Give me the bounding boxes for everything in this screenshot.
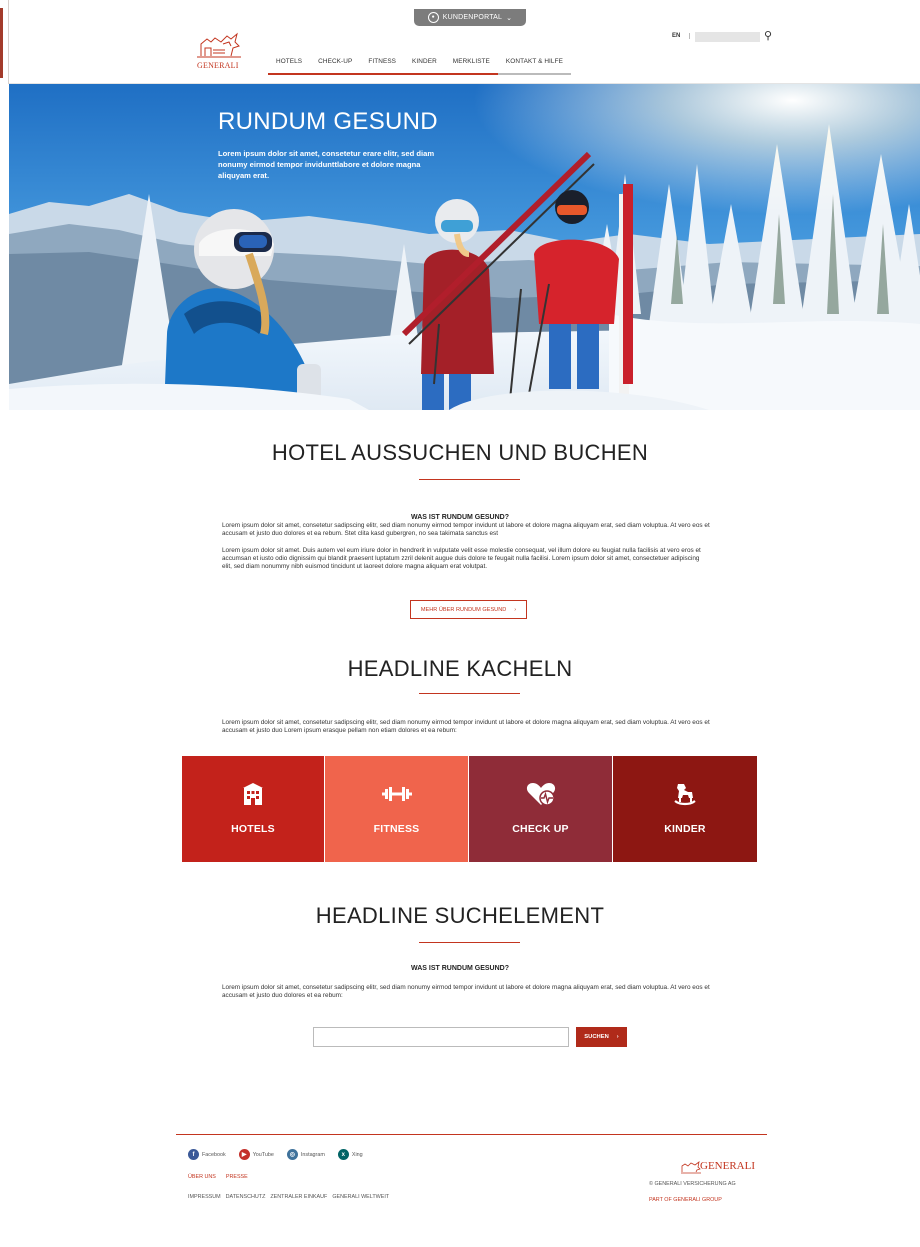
footer-link-datenschutz[interactable]: DATENSCHUTZ	[226, 1194, 266, 1200]
chevron-right-icon: ›	[514, 606, 517, 613]
xing-icon: x	[337, 1149, 349, 1160]
nav-item-kinder[interactable]: KINDER	[404, 58, 445, 75]
footer-link-impressum[interactable]: IMPRESSUM	[188, 1194, 221, 1200]
section-title-hotel: HOTEL AUSSUCHEN UND BUCHEN	[271, 440, 649, 465]
footer-group-link[interactable]: PART OF GENERALI GROUP	[649, 1197, 722, 1203]
facebook-icon: f	[188, 1149, 199, 1160]
tile-label: KINDER	[664, 823, 706, 835]
social-facebook[interactable]: f Facebook	[188, 1149, 226, 1160]
site-header: ● KUNDENPORTAL ⌄ GENERALI HOTELS CHECK-U…	[9, 0, 920, 84]
footer-link-einkauf[interactable]: ZENTRALER EINKAUF	[270, 1194, 327, 1200]
social-label: Facebook	[202, 1151, 226, 1158]
footer-copyright: © GENERALI VERSICHERUNG AG	[649, 1181, 736, 1187]
tile-label: FITNESS	[373, 823, 420, 835]
rocking-horse-icon	[674, 782, 696, 806]
footer-links-secondary: IMPRESSUM DATENSCHUTZ ZENTRALER EINKAUF …	[188, 1194, 389, 1200]
social-label: Xing	[351, 1151, 363, 1158]
nav-item-check-up[interactable]: CHECK-UP	[310, 58, 361, 75]
search-input[interactable]	[313, 1027, 569, 1047]
social-links: f Facebook ▶ YouTube ◎ Instagram x Xing	[188, 1149, 363, 1160]
more-about-label: MEHR ÜBER RUNDUM GESUND	[420, 606, 507, 613]
logo-text: GENERALI	[197, 61, 239, 70]
tile-kinder[interactable]: KINDER	[613, 756, 757, 862]
nav-item-merkliste[interactable]: MERKLISTE	[444, 58, 498, 75]
instagram-icon: ◎	[286, 1149, 298, 1160]
main-nav: HOTELS CHECK-UP FITNESS KINDER MERKLISTE…	[268, 58, 571, 75]
youtube-icon: ▶	[238, 1149, 250, 1160]
dumbbell-icon	[381, 782, 412, 806]
more-about-button[interactable]: MEHR ÜBER RUNDUM GESUND ›	[410, 600, 527, 619]
tile-check-up[interactable]: CHECK UP	[469, 756, 613, 862]
section-title-suchelement: HEADLINE SUCHELEMENT	[315, 903, 605, 928]
social-xing[interactable]: x Xing	[337, 1149, 363, 1160]
header-search-input[interactable]	[695, 32, 760, 42]
hero-banner: RUNDUM GESUND Lorem ipsum dolor sit amet…	[9, 84, 920, 410]
footer-links-primary: ÜBER UNS PRESSE	[188, 1174, 248, 1180]
footer-logo-text[interactable]: GENERALI	[700, 1160, 755, 1172]
search-button-label: SUCHEN	[584, 1034, 609, 1040]
search-icon[interactable]: ⚲	[764, 29, 772, 42]
divider	[419, 479, 520, 480]
tile-hotels[interactable]: HOTELS	[182, 756, 325, 862]
section-subhead: WAS IST RUNDUM GESUND?	[411, 514, 509, 521]
user-icon: ●	[427, 12, 439, 23]
section-title-kacheln: HEADLINE KACHELN	[347, 656, 573, 681]
heart-pulse-icon	[526, 782, 556, 806]
social-label: YouTube	[252, 1151, 274, 1158]
tile-label: CHECK UP	[512, 823, 569, 835]
section-subhead: WAS IST RUNDUM GESUND?	[411, 965, 509, 972]
social-label: Instagram	[300, 1151, 325, 1158]
hotel-icon	[242, 782, 264, 806]
hero-ski-image	[9, 84, 920, 410]
kacheln-paragraph: Lorem ipsum dolor sit amet, consetetur s…	[222, 719, 710, 734]
footer-link-about[interactable]: ÜBER UNS	[188, 1174, 216, 1180]
hero-text: Lorem ipsum dolor sit amet, consetetur e…	[218, 149, 435, 180]
social-instagram[interactable]: ◎ Instagram	[286, 1149, 325, 1160]
kundenportal-label: KUNDENPORTAL	[442, 14, 503, 21]
social-youtube[interactable]: ▶ YouTube	[238, 1149, 274, 1160]
chevron-right-icon: ›	[616, 1034, 619, 1040]
divider	[419, 693, 520, 694]
tile-label: HOTELS	[231, 823, 275, 835]
footer-link-weltweit[interactable]: GENERALI WELTWEIT	[332, 1194, 389, 1200]
category-tiles: HOTELS FITNESS CHECK UP KINDER	[182, 756, 757, 862]
footer-divider	[176, 1134, 767, 1135]
divider	[419, 942, 520, 943]
suchelement-paragraph: Lorem ipsum dolor sit amet, consetetur s…	[222, 984, 710, 999]
nav-item-hotels[interactable]: HOTELS	[268, 58, 311, 75]
section-paragraph-2: Lorem ipsum dolor sit amet. Duis autem v…	[222, 547, 701, 570]
tile-fitness[interactable]: FITNESS	[325, 756, 469, 862]
chevron-down-icon: ⌄	[506, 14, 513, 22]
language-switch[interactable]: EN	[672, 33, 691, 39]
kundenportal-button[interactable]: ● KUNDENPORTAL ⌄	[414, 9, 526, 26]
search-button[interactable]: SUCHEN ›	[576, 1027, 627, 1047]
section-paragraph-1: Lorem ipsum dolor sit amet, consetetur s…	[222, 522, 710, 537]
page-left-edge	[0, 0, 9, 84]
footer-link-press[interactable]: PRESSE	[226, 1174, 248, 1180]
nav-item-kontakt[interactable]: KONTAKT & HILFE	[497, 58, 571, 75]
nav-item-fitness[interactable]: FITNESS	[360, 58, 405, 75]
generali-lion-icon	[681, 1161, 701, 1174]
generali-lion-icon	[197, 32, 241, 58]
hero-title: RUNDUM GESUND	[218, 108, 438, 135]
